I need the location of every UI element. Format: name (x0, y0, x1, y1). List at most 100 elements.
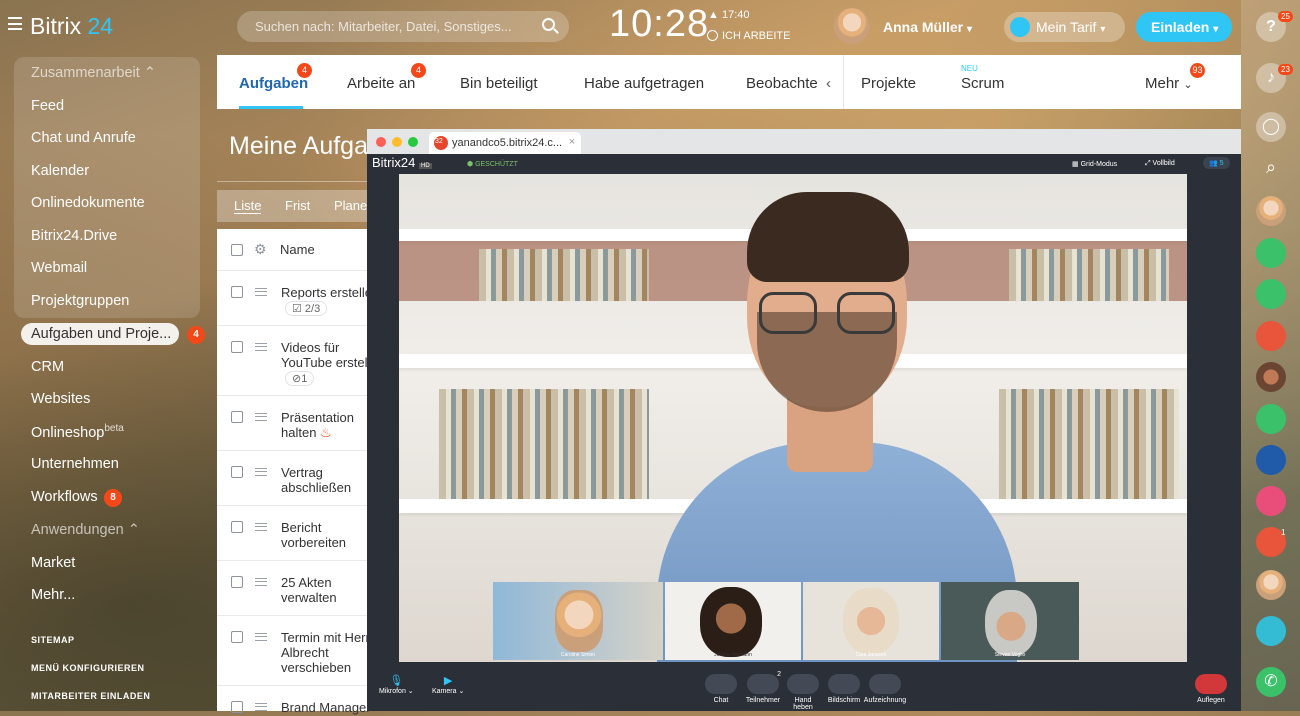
user-avatar[interactable] (834, 8, 870, 44)
participant-tile[interactable]: Juliana Hermann (665, 582, 801, 660)
raise-hand-button[interactable]: Hand heben (786, 674, 820, 711)
drag-handle-icon[interactable] (255, 343, 267, 351)
user-menu[interactable]: Anna Müller ▾ (883, 19, 972, 35)
search-input[interactable]: Suchen nach: Mitarbeiter, Datei, Sonstig… (237, 11, 569, 42)
table-row[interactable]: Termin mit Herr Albrecht verschieben (217, 616, 377, 686)
row-checkbox[interactable] (231, 411, 243, 423)
search-icon[interactable]: ⌕ (1256, 152, 1286, 182)
table-row[interactable]: 25 Akten verwalten (217, 561, 377, 616)
task-name[interactable]: Termin mit Herr Albrecht verschieben (281, 630, 377, 675)
invite-staff-link[interactable]: MITARBEITER EINLADEN (31, 691, 150, 701)
menu-item-more[interactable]: Mehr... (31, 587, 75, 603)
drag-handle-icon[interactable] (255, 413, 267, 421)
invite-button[interactable]: Einladen ▾ (1136, 12, 1232, 42)
participants-count[interactable]: 👥 5 (1203, 157, 1230, 169)
task-name[interactable]: Videos für YouTube erstell (281, 340, 377, 370)
search-icon[interactable] (542, 18, 555, 31)
menu-item-tasks[interactable]: Aufgaben und Proje... (21, 323, 179, 345)
menu-item-webmail[interactable]: Webmail (31, 260, 87, 276)
video-room-icon[interactable] (1256, 321, 1286, 351)
mic-button[interactable]: 🎙 Mikrofon ⌄ (379, 674, 414, 695)
close-window-icon[interactable] (376, 137, 386, 147)
task-name[interactable]: Vertrag abschließen (281, 465, 377, 495)
menu-item-market[interactable]: Market (31, 555, 75, 571)
view-frist[interactable]: Frist (285, 198, 310, 213)
participants-button[interactable]: 2 Teilnehmer (743, 671, 783, 704)
task-name[interactable]: Reports erstelle (281, 285, 377, 300)
menu-item-chat[interactable]: Chat und Anrufe (31, 130, 136, 146)
row-checkbox[interactable] (231, 466, 243, 478)
participant-tile[interactable]: Caroline Simon (493, 582, 663, 660)
task-name[interactable]: Brand Manager (281, 700, 377, 715)
open-channel-icon[interactable] (1256, 445, 1286, 475)
menu-item-websites[interactable]: Websites (31, 391, 90, 407)
chat-icon[interactable]: ◯ (1256, 112, 1286, 142)
tab-scrum[interactable]: Scrum (961, 75, 1004, 92)
configure-menu-link[interactable]: MENÜ KONFIGURIEREN (31, 663, 145, 673)
menu-item-workflows[interactable]: Workflows (31, 489, 98, 505)
menu-item-company[interactable]: Unternehmen (31, 456, 119, 472)
record-button[interactable]: Aufzeichnung (863, 674, 907, 704)
tab-habe-aufgetragen[interactable]: Habe aufgetragen (584, 75, 704, 92)
video-conference-icon[interactable] (1256, 238, 1286, 268)
table-row[interactable]: Vertrag abschließen (217, 451, 377, 506)
contact-avatar[interactable] (1256, 196, 1286, 226)
grid-mode-button[interactable]: ▦ Grid-Modus (1072, 160, 1117, 168)
maximize-window-icon[interactable] (408, 137, 418, 147)
work-status[interactable]: ICH ARBEITE (707, 30, 790, 42)
fullscreen-button[interactable]: ⤢ Vollbild (1145, 160, 1175, 168)
menu-group-zusammenarbeit[interactable]: Zusammenarbeit ⌃ (31, 65, 156, 81)
app-logo[interactable]: Bitrix 24 (30, 13, 113, 40)
drag-handle-icon[interactable] (255, 288, 267, 296)
tab-mehr[interactable]: Mehr ⌄ (1145, 75, 1193, 92)
table-row[interactable]: Videos für YouTube erstell ⊘1 (217, 326, 377, 396)
drag-handle-icon[interactable] (255, 578, 267, 586)
tarif-button[interactable]: Mein Tarif ▾ (1004, 12, 1125, 42)
drag-handle-icon[interactable] (255, 633, 267, 641)
participant-tile[interactable]: Cara Janssen (803, 582, 939, 660)
view-liste[interactable]: Liste (234, 198, 262, 214)
menu-item-calendar[interactable]: Kalender (31, 163, 89, 179)
drag-handle-icon[interactable] (255, 468, 267, 476)
task-name[interactable]: Präsentation halten ♨ (281, 410, 377, 440)
tab-arbeite-an[interactable]: Arbeite an (347, 75, 415, 92)
camera-button[interactable]: ▶ Kamera ⌄ (432, 674, 464, 695)
table-row[interactable]: Brand Manager (217, 686, 377, 716)
row-checkbox[interactable] (231, 521, 243, 533)
column-name[interactable]: Name (280, 242, 315, 257)
menu-item-projectgroups[interactable]: Projektgruppen (31, 293, 129, 309)
row-checkbox[interactable] (231, 341, 243, 353)
menu-item-crm[interactable]: CRM (31, 359, 64, 375)
row-checkbox[interactable] (231, 701, 243, 713)
task-name[interactable]: Bericht vorbereiten (281, 520, 377, 550)
group-chat-icon[interactable] (1256, 279, 1286, 309)
gear-icon[interactable]: ⚙ (254, 241, 267, 258)
calendar-icon[interactable] (1256, 486, 1286, 516)
contact-avatar[interactable] (1256, 362, 1286, 392)
sitemap-link[interactable]: SITEMAP (31, 635, 75, 645)
tab-bin-beteiligt[interactable]: Bin beteiligt (460, 75, 538, 92)
participant-tile[interactable]: Steven Voglio (941, 582, 1079, 660)
task-name[interactable]: 25 Akten verwalten (281, 575, 377, 605)
scroll-left-icon[interactable]: ‹ (826, 75, 831, 92)
menu-item-documents[interactable]: Onlinedokumente (31, 195, 145, 211)
drag-handle-icon[interactable] (255, 523, 267, 531)
screen-share-button[interactable]: Bildschirm (825, 674, 863, 704)
table-row[interactable]: Bericht vorbereiten (217, 506, 377, 561)
table-row[interactable]: Präsentation halten ♨ (217, 396, 377, 451)
minimize-window-icon[interactable] (392, 137, 402, 147)
tab-aufgaben[interactable]: Aufgaben (239, 75, 308, 92)
view-planer[interactable]: Plane (334, 198, 367, 213)
table-row[interactable]: Reports erstelle ☑ 2/3 (217, 271, 377, 326)
drag-handle-icon[interactable] (255, 703, 267, 711)
chat-button[interactable]: Chat (704, 674, 738, 704)
tab-beobachte[interactable]: Beobachte (746, 75, 818, 92)
phone-icon[interactable]: ✆ (1256, 667, 1286, 697)
close-tab-icon[interactable]: × (569, 136, 575, 148)
hangup-button[interactable]: Auflegen (1193, 674, 1229, 704)
select-all-checkbox[interactable] (231, 244, 243, 256)
menu-burger-icon[interactable] (8, 17, 22, 30)
menu-item-onlineshop[interactable]: Onlineshopbeta (31, 423, 124, 441)
contact-avatar[interactable] (1256, 570, 1286, 600)
row-checkbox[interactable] (231, 631, 243, 643)
